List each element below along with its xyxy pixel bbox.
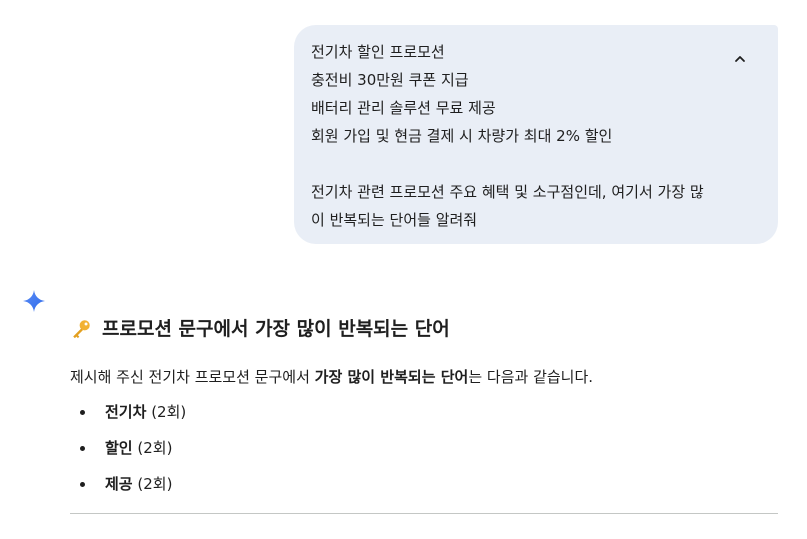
word-count: (2회)	[137, 439, 173, 457]
chevron-up-icon	[735, 56, 745, 62]
response-intro: 제시해 주신 전기차 프로모션 문구에서 가장 많이 반복되는 단어는 다음과 …	[70, 365, 778, 389]
user-message-line: 이 반복되는 단어들 알려줘	[311, 211, 478, 229]
word-label: 전기차	[105, 403, 147, 421]
bullet	[80, 410, 85, 415]
response-intro-text-end: 는 다음과 같습니다.	[468, 368, 594, 386]
list-item: 할인 (2회)	[70, 436, 778, 472]
response-intro-bold: 가장 많이 반복되는 단어	[314, 368, 469, 386]
user-message-line: 전기차 할인 프로모션	[311, 43, 445, 61]
repeated-words-list: 전기차 (2회) 할인 (2회) 제공 (2회)	[70, 400, 778, 508]
user-message-line: 회원 가입 및 현금 결제 시 차량가 최대 2% 할인	[311, 127, 613, 145]
user-message-blank-line	[311, 150, 718, 178]
response-heading-text: 프로모션 문구에서 가장 많이 반복되는 단어	[102, 318, 450, 340]
word-count: (2회)	[137, 475, 173, 493]
key-icon	[73, 320, 90, 339]
word-label: 제공	[105, 475, 133, 493]
bullet	[80, 446, 85, 451]
user-message-line: 전기차 관련 프로모션 주요 혜택 및 소구점인데, 여기서 가장 많	[311, 183, 704, 201]
list-item: 제공 (2회)	[70, 472, 778, 508]
assistant-response: 프로모션 문구에서 가장 많이 반복되는 단어 제시해 주신 전기차 프로모션 …	[70, 313, 778, 508]
response-heading: 프로모션 문구에서 가장 많이 반복되는 단어	[70, 313, 778, 345]
user-message-line: 충전비 30만원 쿠폰 지급	[311, 71, 469, 89]
user-message-line: 배터리 관리 솔루션 무료 제공	[311, 99, 496, 117]
collapse-message-button[interactable]	[728, 47, 752, 71]
bullet	[80, 482, 85, 487]
list-item: 전기차 (2회)	[70, 400, 778, 436]
gemini-sparkle-icon	[23, 290, 45, 312]
divider	[70, 513, 778, 514]
word-count: (2회)	[151, 403, 187, 421]
response-intro-text: 제시해 주신 전기차 프로모션 문구에서	[70, 368, 315, 386]
user-message-bubble: 전기차 할인 프로모션 충전비 30만원 쿠폰 지급 배터리 관리 솔루션 무료…	[294, 25, 778, 244]
word-label: 할인	[105, 439, 133, 457]
